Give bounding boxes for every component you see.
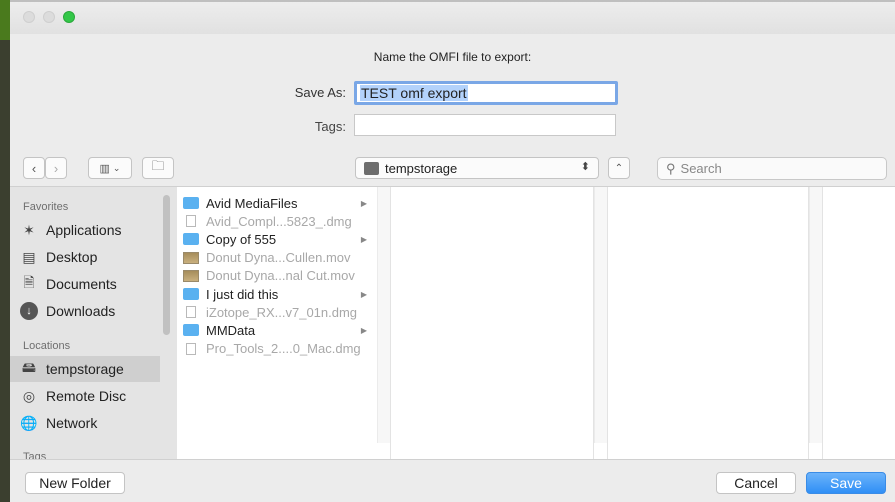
file-row[interactable]: Donut Dyna...nal Cut.mov [177, 267, 367, 285]
network-icon: 🌐 [20, 414, 38, 431]
file-name: I just did this [206, 286, 279, 302]
sidebar-item-applications[interactable]: ✶ Applications [10, 217, 160, 243]
sidebar-item-label: Downloads [46, 303, 116, 319]
chevron-up-icon: ⌃ [614, 162, 624, 174]
close-window-button[interactable] [23, 11, 35, 23]
new-folder-button[interactable]: New Folder [25, 472, 125, 494]
desktop-icon: ▤ [22, 248, 36, 265]
save-dialog-window: Name the OMFI file to export: Save As: T… [0, 0, 895, 502]
minimize-window-button[interactable] [43, 11, 55, 23]
search-field[interactable]: ⚲ Search [657, 157, 887, 180]
file-name: Avid_Compl...5823_.dmg [206, 213, 352, 229]
search-placeholder: Search [680, 161, 722, 176]
tags-label: Tags: [314, 119, 346, 134]
collapse-dialog-button[interactable]: ⌃ [608, 157, 630, 179]
file-row[interactable]: Donut Dyna...Cullen.mov [177, 249, 367, 267]
save-as-field[interactable]: TEST omf export [354, 81, 618, 105]
file-name: Copy of 555 [206, 231, 277, 247]
updown-chevron-icon: ⬍ [580, 161, 590, 173]
disk-image-icon [186, 342, 196, 355]
location-label: tempstorage [385, 160, 458, 176]
sidebar-header-locations: Locations [23, 340, 71, 352]
title-bar [10, 0, 895, 34]
file-name: Donut Dyna...Cullen.mov [206, 250, 351, 266]
chevron-left-icon: ‹ [31, 160, 37, 176]
sidebar-item-label: Network [46, 415, 98, 431]
sidebar-item-label: Documents [46, 276, 117, 292]
column-scrollbar[interactable] [377, 187, 390, 443]
file-name: Donut Dyna...nal Cut.mov [206, 268, 355, 284]
folder-icon [183, 197, 199, 209]
sidebar-item-network[interactable]: 🌐 Network [10, 410, 160, 436]
chevron-down-icon: ⌄ [112, 162, 121, 173]
file-name: Avid MediaFiles [206, 195, 298, 211]
view-mode-button[interactable]: ▥ ⌄ [88, 157, 132, 179]
zoom-window-button[interactable] [63, 11, 75, 23]
new-folder-icon: 🗀 [151, 158, 165, 173]
disclosure-arrow-icon: ▶ [360, 289, 367, 299]
sidebar-header-tags: Tags [23, 451, 47, 459]
file-row[interactable]: I just did this ▶ [177, 285, 367, 303]
applications-icon: ✶ [23, 221, 35, 238]
sidebar-item-documents[interactable]: 🗎 Documents [10, 271, 160, 297]
disclosure-arrow-icon: ▶ [360, 198, 367, 208]
browser-toolbar: ‹ › ▥ ⌄ 🗀 tempstorage ⬍ ⌃ ⚲ Search [10, 150, 895, 186]
sidebar: Favorites ✶ Applications ▤ Desktop 🗎 Doc… [10, 187, 177, 459]
forward-button[interactable]: › [45, 157, 67, 179]
sidebar-header-favorites: Favorites [23, 201, 69, 213]
file-row[interactable]: Copy of 555 ▶ [177, 230, 367, 248]
column-separator [607, 187, 608, 459]
sidebar-scrollbar[interactable] [163, 195, 170, 335]
column-browser: Avid MediaFiles ▶ Avid_Compl...5823_.dmg Co… [177, 187, 895, 459]
column-scrollbar[interactable] [594, 187, 607, 443]
disk-icon: 🖴 [21, 359, 37, 375]
sidebar-item-label: Remote Disc [46, 388, 127, 404]
documents-icon: 🗎 [23, 274, 35, 290]
disc-icon: ◎ [22, 387, 36, 404]
new-folder-toolbar-button[interactable]: 🗀 [142, 157, 174, 179]
column-separator [822, 187, 823, 459]
dialog-button-bar: New Folder Cancel Save [10, 459, 895, 502]
file-row[interactable]: Avid MediaFiles ▶ [177, 194, 367, 212]
sidebar-item-tempstorage[interactable]: 🖴 tempstorage [10, 356, 160, 382]
search-icon: ⚲ [666, 160, 676, 176]
sidebar-item-label: Applications [46, 222, 122, 238]
movie-file-icon [183, 269, 199, 282]
sidebar-item-downloads[interactable]: ↓ Downloads [10, 298, 160, 324]
file-name: Pro_Tools_2....0_Mac.dmg [206, 341, 361, 357]
file-row[interactable]: Avid_Compl...5823_.dmg [177, 212, 367, 230]
folder-icon [183, 233, 199, 246]
save-button[interactable]: Save [806, 472, 886, 494]
folder-icon [183, 324, 199, 337]
column-scrollbar[interactable] [809, 187, 822, 443]
column-view-icon: ▥ [99, 162, 110, 175]
disk-icon [364, 161, 379, 175]
background-window-edge [0, 0, 10, 502]
folder-icon [183, 288, 199, 300]
file-name: iZotope_RX...v7_01n.dmg [206, 304, 358, 320]
movie-file-icon [183, 251, 199, 264]
save-as-label: Save As: [294, 85, 346, 100]
sidebar-item-desktop[interactable]: ▤ Desktop [10, 244, 160, 270]
column-separator [390, 187, 391, 459]
back-button[interactable]: ‹ [23, 157, 45, 179]
disclosure-arrow-icon: ▶ [360, 234, 367, 244]
disclosure-arrow-icon: ▶ [360, 325, 367, 335]
sidebar-item-label: Desktop [46, 249, 98, 265]
cancel-button[interactable]: Cancel [716, 472, 796, 494]
file-row[interactable]: Pro_Tools_2....0_Mac.dmg [177, 340, 367, 358]
file-row[interactable]: MMData ▶ [177, 321, 367, 339]
file-name: MMData [206, 322, 256, 338]
downloads-icon: ↓ [20, 302, 38, 320]
disk-image-icon [186, 306, 196, 319]
file-row[interactable]: iZotope_RX...v7_01n.dmg [177, 303, 367, 321]
save-as-value: TEST omf export [360, 85, 468, 101]
disk-image-icon [186, 215, 196, 228]
chevron-right-icon: › [53, 160, 59, 176]
tags-field[interactable] [354, 114, 616, 136]
sidebar-item-remote-disc[interactable]: ◎ Remote Disc [10, 383, 160, 409]
location-popup[interactable]: tempstorage ⬍ [355, 157, 599, 179]
sidebar-item-label: tempstorage [46, 361, 124, 377]
dialog-prompt: Name the OMFI file to export: [373, 50, 532, 64]
